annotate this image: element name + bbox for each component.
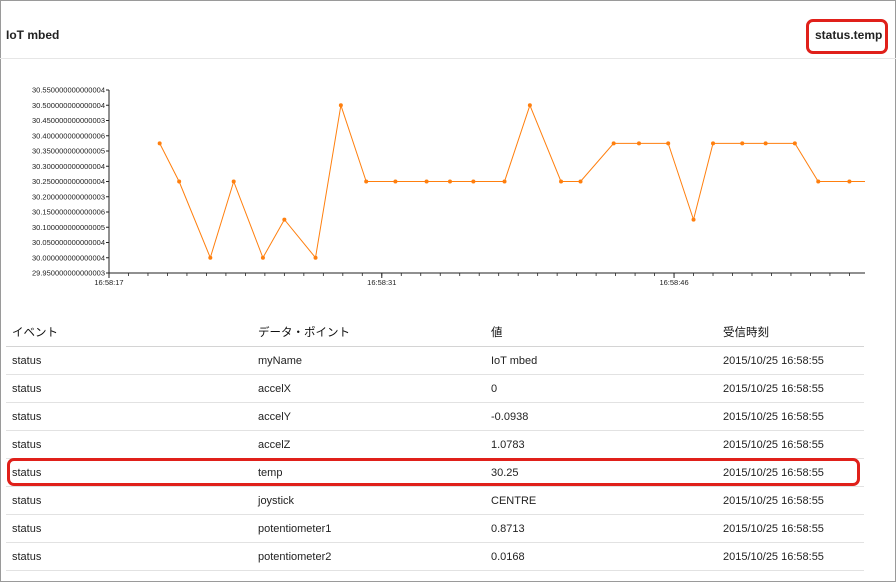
y-tick-label: 29.950000000000003: [32, 269, 105, 278]
value-cell: 0.0168: [485, 542, 717, 571]
data-point: [711, 141, 716, 146]
event-cell: status: [6, 346, 252, 375]
table-row-accelz[interactable]: status accelZ 1.0783 2015/10/25 16:58:55: [6, 430, 864, 459]
value-cell: -0.0938: [485, 402, 717, 431]
value-cell: CENTRE: [485, 486, 717, 515]
table-row-potentiometer1[interactable]: status potentiometer1 0.8713 2015/10/25 16:…: [6, 514, 864, 543]
table-row-accelx[interactable]: status accelX 0 2015/10/25 16:58:55: [6, 374, 864, 403]
data-point: [740, 141, 745, 146]
card-header: IoT mbed status.temp: [0, 0, 896, 59]
data-point: [471, 179, 476, 184]
datapoint-cell: accelZ: [252, 430, 485, 459]
header-datapoint[interactable]: データ・ポイント: [252, 318, 485, 347]
data-point: [691, 217, 696, 222]
value-cell: 0.8713: [485, 514, 717, 543]
y-tick-label: 30.350000000000005: [32, 147, 105, 156]
datapoint-cell: accelY: [252, 402, 485, 431]
y-tick-label: 30.450000000000003: [32, 116, 105, 125]
table-row-accely[interactable]: status accelY -0.0938 2015/10/25 16:58:55: [6, 402, 864, 431]
received-time-cell: 2015/10/25 16:58:55: [717, 458, 864, 487]
data-point: [338, 103, 343, 108]
data-point: [611, 141, 616, 146]
y-tick-label: 30.100000000000005: [32, 223, 105, 232]
datapoint-cell: accelX: [252, 374, 485, 403]
data-point: [260, 255, 265, 260]
header-event[interactable]: イベント: [6, 318, 252, 347]
data-point: [666, 141, 671, 146]
data-point: [792, 141, 797, 146]
data-point: [364, 179, 369, 184]
table-row-potentiometer2[interactable]: status potentiometer2 0.0168 2015/10/25 16:…: [6, 542, 864, 571]
received-time-cell: 2015/10/25 16:58:55: [717, 346, 864, 375]
value-cell: 1.0783: [485, 430, 717, 459]
header-value[interactable]: 値: [485, 318, 717, 347]
received-time-cell: 2015/10/25 16:58:55: [717, 486, 864, 515]
event-cell: status: [6, 374, 252, 403]
event-cell: status: [6, 542, 252, 571]
data-point: [157, 141, 162, 146]
data-point: [559, 179, 564, 184]
received-time-cell: 2015/10/25 16:58:55: [717, 542, 864, 571]
y-tick-label: 30.000000000000004: [32, 253, 105, 262]
device-title: IoT mbed: [6, 28, 60, 42]
event-cell: status: [6, 486, 252, 515]
x-tick-label: 16:58:17: [94, 278, 123, 287]
x-tick-label: 16:58:46: [659, 278, 688, 287]
event-cell: status: [6, 430, 252, 459]
value-cell: IoT mbed: [485, 346, 717, 375]
series-line-temp: [159, 103, 865, 260]
data-point: [447, 179, 452, 184]
datapoint-cell: temp: [252, 458, 485, 487]
y-tick-label: 30.200000000000003: [32, 192, 105, 201]
y-tick-label: 30.550000000000004: [32, 86, 105, 95]
data-point: [231, 179, 236, 184]
datapoint-cell: joystick: [252, 486, 485, 515]
data-point: [282, 217, 287, 222]
data-point: [636, 141, 641, 146]
y-tick-label: 30.250000000000004: [32, 177, 105, 186]
data-point: [208, 255, 213, 260]
event-cell: status: [6, 402, 252, 431]
data-point: [527, 103, 532, 108]
datapoint-cell: potentiometer1: [252, 514, 485, 543]
data-point: [424, 179, 429, 184]
data-point: [578, 179, 583, 184]
data-point: [763, 141, 768, 146]
events-table: イベント データ・ポイント 値 受信時刻 status myName IoT mbe…: [6, 318, 864, 571]
y-tick-label: 30.400000000000006: [32, 131, 105, 140]
received-time-cell: 2015/10/25 16:58:55: [717, 374, 864, 403]
chart-svg: 30.550000000000004 30.500000000000004 30.4…: [32, 86, 865, 287]
y-tick-label: 30.050000000000004: [32, 238, 105, 247]
table-row-name[interactable]: status myName IoT mbed 2015/10/25 16:58:55: [6, 346, 864, 375]
table-row-temp[interactable]: status temp 30.25 2015/10/25 16:58:55: [6, 458, 864, 487]
data-point: [313, 255, 318, 260]
data-point: [177, 179, 182, 184]
datapoint-label[interactable]: status.temp: [815, 28, 882, 42]
line-chart: 30.550000000000004 30.500000000000004 30.4…: [0, 80, 896, 295]
y-tick-label: 30.500000000000004: [32, 101, 105, 110]
received-time-cell: 2015/10/25 16:58:55: [717, 514, 864, 543]
event-cell: status: [6, 458, 252, 487]
x-tick-label: 16:58:31: [367, 278, 396, 287]
value-cell: 0: [485, 374, 717, 403]
data-point: [847, 179, 852, 184]
table-header-row: イベント データ・ポイント 値 受信時刻: [6, 318, 864, 347]
datapoint-cell: potentiometer2: [252, 542, 485, 571]
data-point: [816, 179, 821, 184]
y-tick-label: 30.300000000000004: [32, 162, 105, 171]
header-received-time[interactable]: 受信時刻: [717, 318, 864, 347]
value-cell: 30.25: [485, 458, 717, 487]
event-cell: status: [6, 514, 252, 543]
received-time-cell: 2015/10/25 16:58:55: [717, 402, 864, 431]
data-point: [393, 179, 398, 184]
y-tick-label: 30.150000000000006: [32, 208, 105, 217]
data-point: [502, 179, 507, 184]
table-row-joystick[interactable]: status joystick CENTRE 2015/10/25 16:58:55: [6, 486, 864, 515]
datapoint-cell: myName: [252, 346, 485, 375]
received-time-cell: 2015/10/25 16:58:55: [717, 430, 864, 459]
